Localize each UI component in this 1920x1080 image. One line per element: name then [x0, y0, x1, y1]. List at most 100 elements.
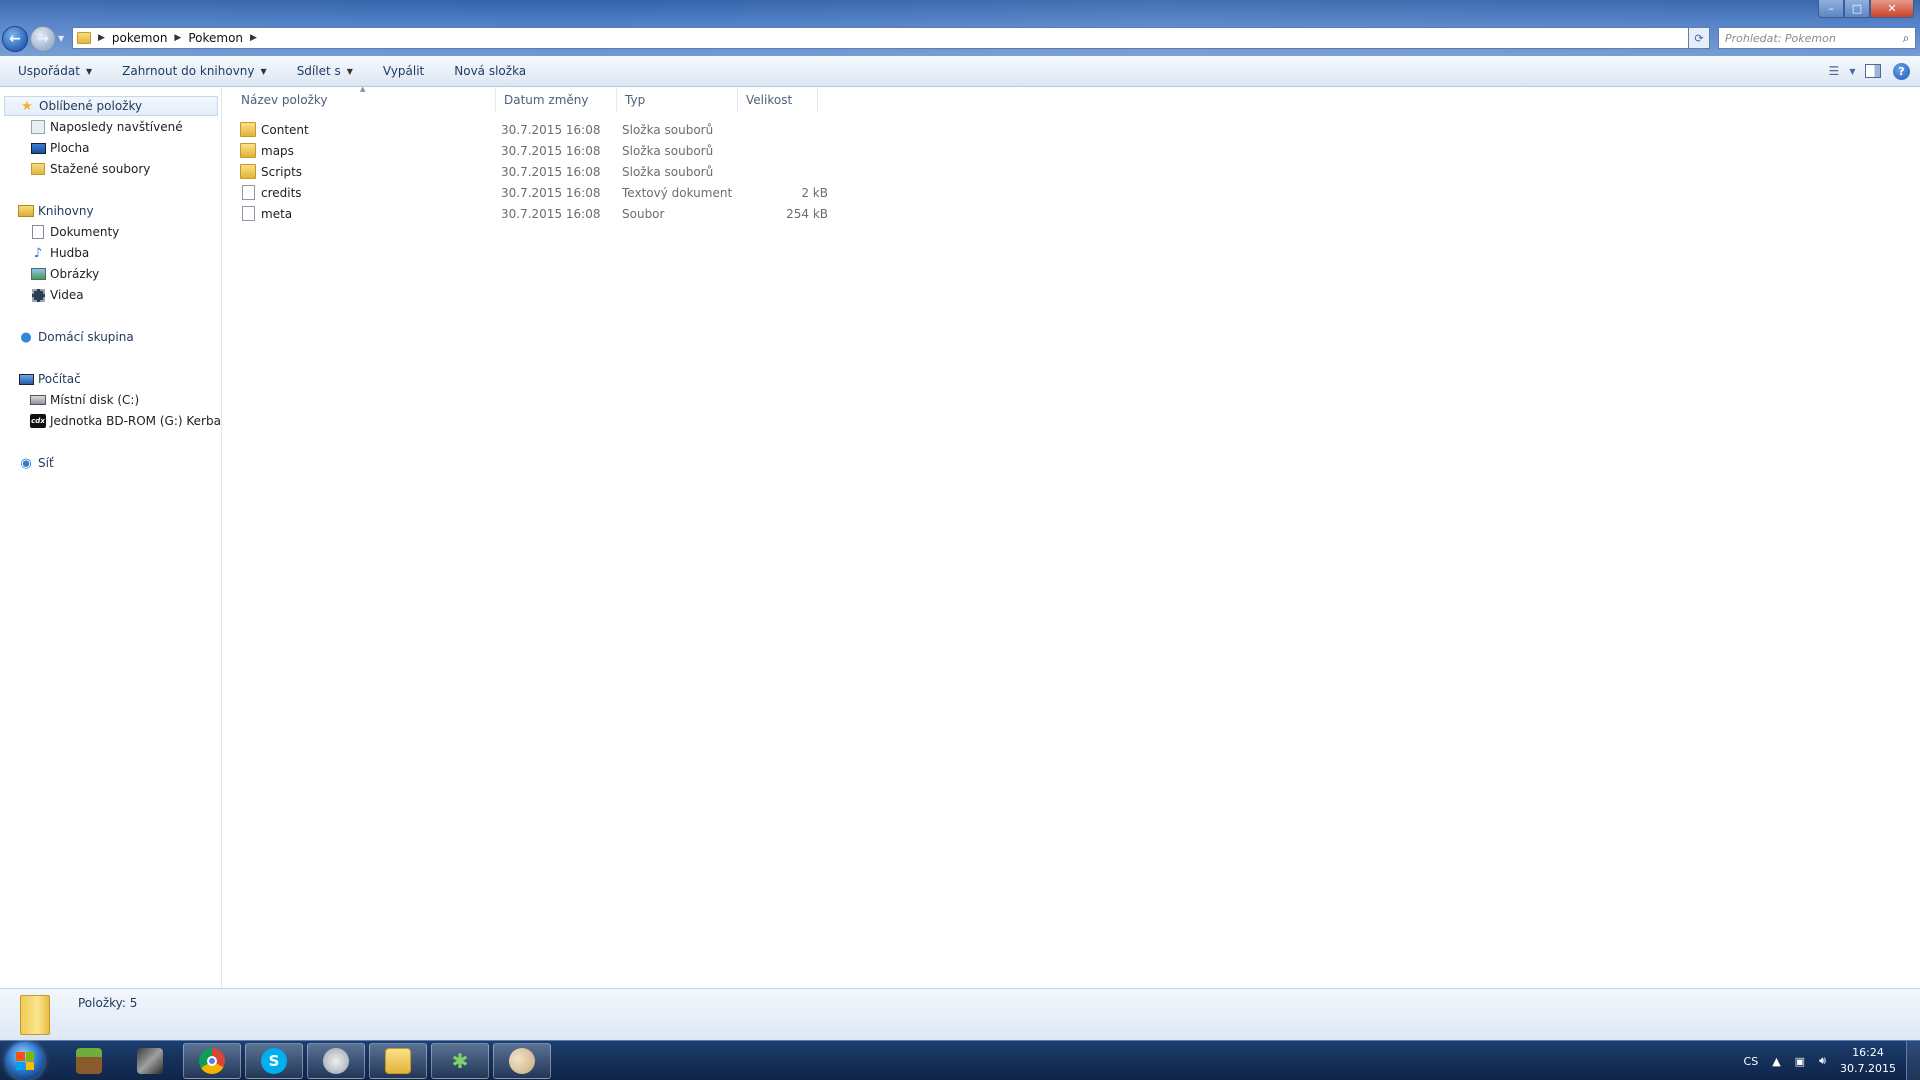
nav-libraries[interactable]: Knihovny — [18, 201, 94, 221]
nav-item-local-disk[interactable]: Místní disk (C:) — [30, 390, 139, 410]
details-view-icon: ☰ — [1828, 64, 1840, 78]
clock-date: 30.7.2015 — [1840, 1062, 1896, 1075]
nav-favorites[interactable]: ★ Oblíbené položky — [4, 96, 218, 116]
file-icon — [242, 206, 255, 221]
nav-item-label: Obrázky — [50, 267, 100, 281]
include-library-button[interactable]: Zahrnout do knihovny ▼ — [122, 64, 267, 78]
taskbar-app-tool[interactable]: ✱ — [431, 1043, 489, 1079]
taskbar-app-game[interactable] — [121, 1043, 179, 1079]
nav-item-documents[interactable]: Dokumenty — [30, 222, 119, 242]
folder-icon — [240, 143, 256, 158]
nav-item-videos[interactable]: Videa — [30, 285, 84, 305]
language-indicator[interactable]: CS — [1744, 1055, 1759, 1068]
bd-rom-icon-shape: cdx — [30, 414, 46, 428]
new-folder-label: Nová složka — [454, 64, 527, 78]
share-button[interactable]: Sdílet s ▼ — [297, 64, 353, 78]
command-bar: Uspořádat ▼ Zahrnout do knihovny ▼ Sdíle… — [0, 56, 1920, 87]
nav-item-downloads[interactable]: Stažené soubory — [30, 159, 150, 179]
file-date: 30.7.2015 16:08 — [501, 164, 601, 179]
search-box[interactable]: Prohledat: Pokemon ⌕ — [1718, 27, 1916, 49]
taskbar-app-paint[interactable] — [493, 1043, 551, 1079]
volume-icon[interactable]: 🔊︎ — [1819, 1054, 1826, 1068]
back-button[interactable]: ← — [2, 26, 28, 52]
chevron-right-icon[interactable]: ▶ — [250, 33, 257, 43]
taskbar-app-skype[interactable]: S — [245, 1043, 303, 1079]
recent-pages-dropdown[interactable]: ▼ — [58, 34, 64, 43]
paint-icon — [509, 1048, 535, 1074]
help-button[interactable]: ? — [1893, 62, 1910, 80]
network-tray-icon[interactable]: ▣ — [1795, 1055, 1805, 1068]
column-name-label: Název položky — [241, 93, 328, 107]
file-type: Složka souborů — [622, 143, 714, 158]
nav-network[interactable]: ◉ Síť — [18, 453, 53, 473]
column-header-type[interactable]: Typ — [617, 88, 738, 112]
view-options-button[interactable]: ☰ ▼ — [1828, 61, 1856, 81]
organize-button[interactable]: Uspořádat ▼ — [18, 64, 92, 78]
show-hidden-icons-icon[interactable]: ▲ — [1772, 1055, 1780, 1068]
taskbar-app-chrome[interactable] — [183, 1043, 241, 1079]
column-header-size[interactable]: Velikost — [738, 88, 818, 112]
maximize-button[interactable]: □ — [1844, 0, 1870, 18]
table-row[interactable]: Scripts 30.7.2015 16:08 Složka souborů — [223, 161, 1920, 182]
computer-icon — [18, 371, 34, 387]
nav-item-pictures[interactable]: Obrázky — [30, 264, 99, 284]
forward-button[interactable]: → — [30, 26, 56, 52]
show-desktop-button[interactable] — [1906, 1041, 1920, 1080]
address-bar[interactable]: ▶ pokemon ▶ Pokemon ▶ ▼ — [72, 27, 1710, 49]
window-controls: – □ ✕ — [1818, 0, 1914, 18]
chevron-right-icon[interactable]: ▶ — [98, 33, 105, 43]
refresh-button[interactable]: ⟳ — [1688, 27, 1710, 49]
column-header-name[interactable]: Název položky ▲ — [223, 85, 496, 112]
preview-pane-button[interactable] — [1865, 64, 1881, 78]
skype-icon: S — [261, 1048, 287, 1074]
minimize-button[interactable]: – — [1818, 0, 1844, 18]
clock-time: 16:24 — [1852, 1046, 1884, 1059]
breadcrumb-pokemon-current[interactable]: Pokemon — [188, 31, 243, 45]
taskbar-app-media-player[interactable] — [307, 1043, 365, 1079]
nav-item-label: Jednotka BD-ROM (G:) Kerbal Sp — [50, 414, 222, 428]
star-icon: ★ — [21, 98, 33, 114]
column-size-label: Velikost — [746, 93, 793, 107]
clock[interactable]: 16:24 30.7.2015 — [1840, 1045, 1896, 1077]
game-icon — [137, 1048, 163, 1074]
downloads-icon-shape — [31, 163, 45, 175]
share-label: Sdílet s — [296, 64, 341, 78]
nav-item-recent[interactable]: Naposledy navštívené — [30, 117, 183, 137]
close-button[interactable]: ✕ — [1870, 0, 1914, 18]
table-row[interactable]: credits 30.7.2015 16:08 Textový dokument… — [223, 182, 1920, 203]
windows-logo-icon — [16, 1052, 34, 1070]
table-row[interactable]: maps 30.7.2015 16:08 Složka souborů — [223, 140, 1920, 161]
desktop-icon — [30, 140, 46, 156]
burn-button[interactable]: Vypálit — [383, 64, 424, 78]
nav-favorites-label: Oblíbené položky — [39, 99, 143, 113]
nav-item-music[interactable]: ♪ Hudba — [30, 243, 89, 263]
nav-computer[interactable]: Počítač — [18, 369, 81, 389]
breadcrumb-pokemon-parent[interactable]: pokemon — [112, 31, 168, 45]
start-button[interactable] — [6, 1042, 44, 1080]
table-row[interactable]: meta 30.7.2015 16:08 Soubor 254 kB — [223, 203, 1920, 224]
navigation-pane: ★ Oblíbené položky Naposledy navštívené … — [0, 88, 222, 988]
nav-item-desktop[interactable]: Plocha — [30, 138, 89, 158]
nav-homegroup[interactable]: ● Domácí skupina — [18, 327, 133, 347]
nav-item-bd-rom[interactable]: cdx Jednotka BD-ROM (G:) Kerbal Sp — [30, 411, 222, 431]
taskbar: S ✱ CS ▲ ▣ 🔊︎ 16:24 30.7.2015 — [0, 1040, 1920, 1080]
documents-icon-shape — [32, 225, 44, 239]
include-library-label: Zahrnout do knihovny — [122, 64, 255, 78]
folder-icon — [240, 122, 256, 137]
chevron-down-icon: ▼ — [1849, 66, 1856, 76]
pictures-icon-shape — [30, 268, 46, 280]
table-row[interactable]: Content 30.7.2015 16:08 Složka souborů — [223, 119, 1920, 140]
taskbar-app-explorer[interactable] — [369, 1043, 427, 1079]
file-type: Složka souborů — [622, 164, 714, 179]
file-date: 30.7.2015 16:08 — [501, 185, 601, 200]
downloads-icon — [30, 161, 46, 177]
search-input[interactable]: Prohledat: Pokemon — [1725, 32, 1897, 45]
column-header-date[interactable]: Datum změny — [496, 88, 617, 112]
chrome-icon — [199, 1048, 225, 1074]
search-icon[interactable]: ⌕ — [1897, 31, 1915, 46]
chevron-right-icon[interactable]: ▶ — [174, 33, 181, 43]
file-size: 254 kB — [786, 206, 828, 221]
nav-item-label: Stažené soubory — [50, 162, 151, 176]
new-folder-button[interactable]: Nová složka — [454, 64, 526, 78]
taskbar-app-minecraft[interactable] — [60, 1043, 118, 1079]
